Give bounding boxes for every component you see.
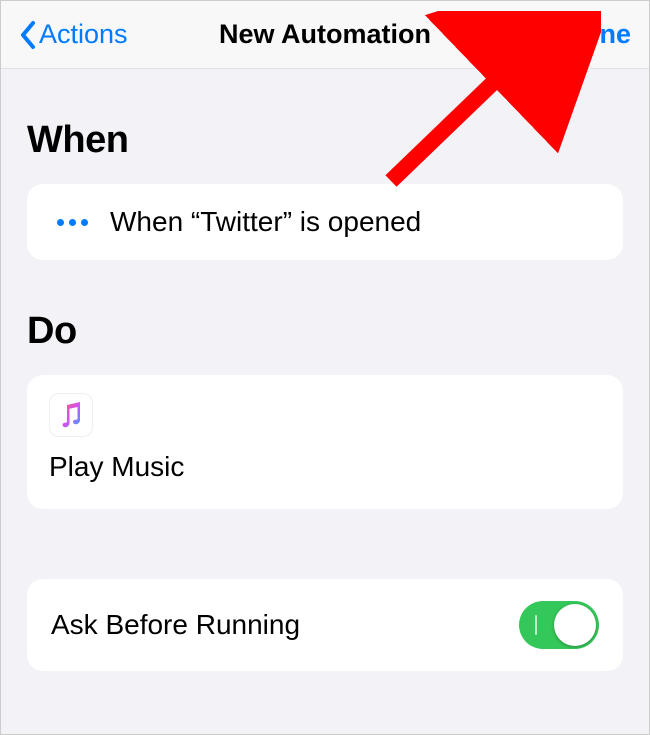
ask-before-running-toggle[interactable] [519,601,599,649]
when-condition-text: When “Twitter” is opened [110,206,421,238]
do-action-card[interactable]: Play Music [27,375,623,509]
ask-before-running-row: Ask Before Running [27,579,623,671]
when-condition-row: When “Twitter” is opened [51,206,599,238]
ask-before-running-label: Ask Before Running [51,609,300,641]
back-button[interactable]: Actions [19,19,128,50]
ellipsis-icon [57,219,88,226]
music-app-icon [49,393,93,437]
done-button[interactable]: Done [564,19,632,50]
back-label: Actions [39,19,128,50]
content-area: When When “Twitter” is opened Do [1,119,649,671]
when-condition-card[interactable]: When “Twitter” is opened [27,184,623,260]
chevron-left-icon [19,20,37,50]
do-section-header: Do [27,310,623,353]
navigation-bar: Actions New Automation Done [1,1,649,69]
when-section-header: When [27,119,623,162]
settings-screen: Actions New Automation Done When When “T… [1,1,649,734]
action-title: Play Music [49,451,601,483]
